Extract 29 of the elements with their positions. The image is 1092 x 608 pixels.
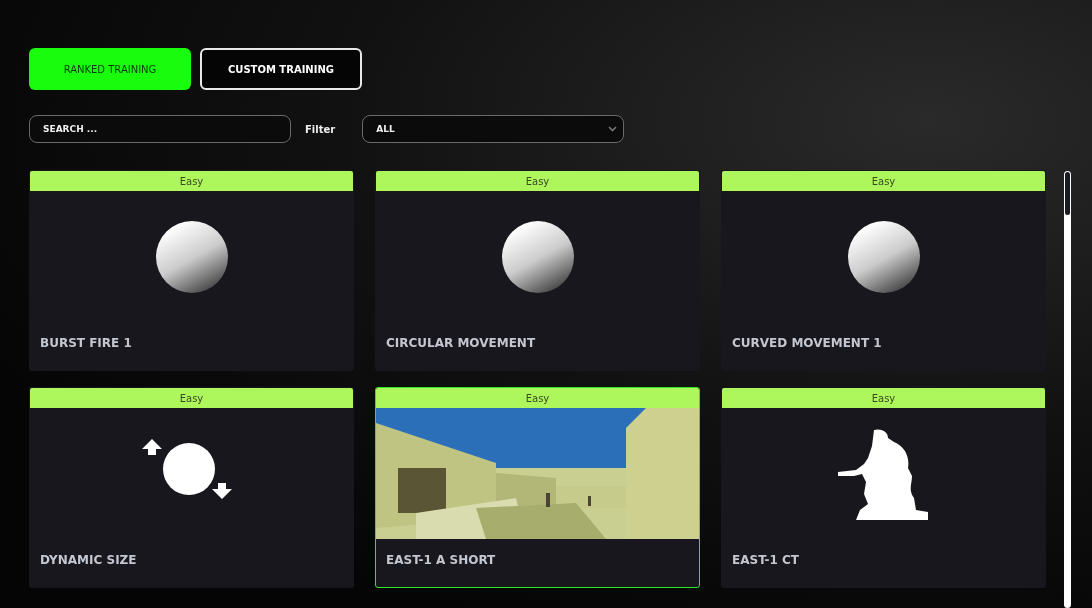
card-title: CIRCULAR MOVEMENT — [385, 335, 537, 350]
card-title: EAST-1 CT — [731, 552, 801, 567]
difficulty-band: Easy — [376, 388, 699, 408]
training-card[interactable]: Easy EAST-1 A SHORT — [375, 387, 700, 588]
training-card[interactable]: Easy CURVED MOVEMENT 1 — [721, 170, 1046, 371]
training-card[interactable]: Easy CIRCULAR MOVEMENT — [375, 170, 700, 371]
card-title: EAST-1 A SHORT — [385, 552, 497, 567]
filter-dropdown[interactable]: ALL — [362, 115, 625, 143]
training-card[interactable]: Easy BURST FIRE 1 — [29, 170, 354, 371]
card-title: BURST FIRE 1 — [39, 335, 133, 350]
difficulty-band: Easy — [376, 171, 699, 191]
difficulty-band: Easy — [30, 388, 353, 408]
mode-tab[interactable]: CUSTOM TRAINING — [200, 48, 362, 90]
difficulty-band: Easy — [722, 171, 1045, 191]
scrollbar-thumb[interactable] — [1065, 172, 1070, 215]
sphere-icon — [155, 220, 228, 293]
difficulty-band: Easy — [722, 388, 1045, 408]
training-card[interactable]: Easy EAST-1 CT — [721, 387, 1046, 588]
card-title: DYNAMIC SIZE — [39, 552, 138, 567]
training-card[interactable]: Easy DYNAMIC SIZE — [29, 387, 354, 588]
chevron-icon — [608, 126, 618, 132]
filter-label: Filter — [305, 123, 336, 135]
difficulty-band: Easy — [30, 171, 353, 191]
mode-tab[interactable]: RANKED TRAINING — [29, 48, 191, 90]
search-field[interactable]: SEARCH ... — [29, 115, 291, 143]
sphere-icon — [501, 220, 574, 293]
sphere-icon — [847, 220, 920, 293]
card-title: CURVED MOVEMENT 1 — [731, 335, 883, 350]
soldier-silhouette-icon — [837, 427, 930, 520]
